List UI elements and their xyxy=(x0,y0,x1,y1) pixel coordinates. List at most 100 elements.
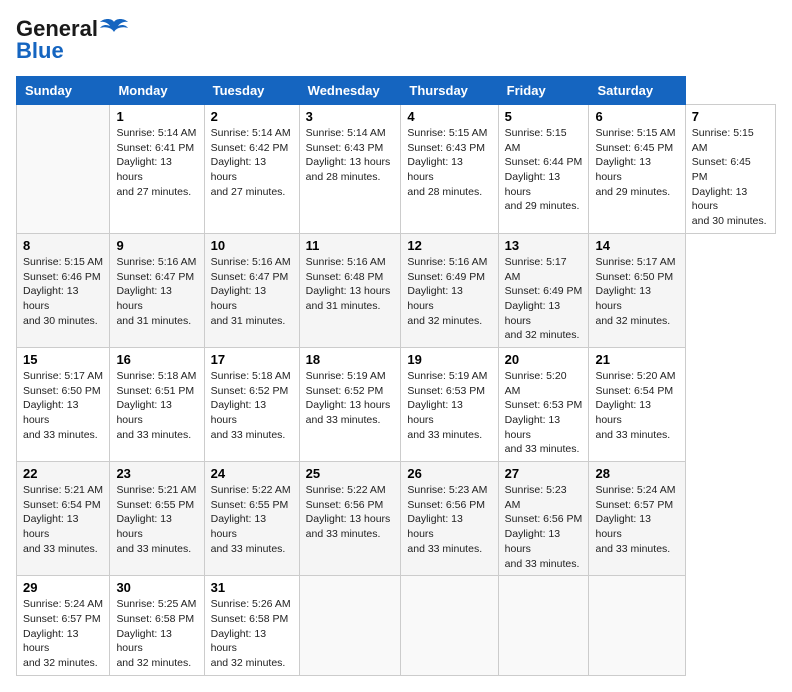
day-number: 29 xyxy=(23,580,103,595)
day-number: 16 xyxy=(116,352,197,367)
day-info: Sunrise: 5:16 AMSunset: 6:48 PMDaylight:… xyxy=(306,255,395,314)
calendar-header-wednesday: Wednesday xyxy=(299,77,401,105)
day-info: Sunrise: 5:18 AMSunset: 6:52 PMDaylight:… xyxy=(211,369,293,442)
day-info: Sunrise: 5:15 AMSunset: 6:45 PMDaylight:… xyxy=(692,126,769,229)
day-info: Sunrise: 5:18 AMSunset: 6:51 PMDaylight:… xyxy=(116,369,197,442)
day-cell-27: 27 Sunrise: 5:23 AMSunset: 6:56 PMDayligh… xyxy=(498,462,589,576)
day-number: 31 xyxy=(211,580,293,595)
day-cell-28: 28Sunrise: 5:24 AMSunset: 6:57 PMDayligh… xyxy=(589,462,685,576)
calendar-header-saturday: Saturday xyxy=(589,77,685,105)
day-cell-25: 25 Sunrise: 5:22 AMSunset: 6:56 PMDayligh… xyxy=(299,462,401,576)
day-info: Sunrise: 5:16 AMSunset: 6:49 PMDaylight:… xyxy=(407,255,491,328)
day-cell-10: 10Sunrise: 5:16 AMSunset: 6:47 PMDayligh… xyxy=(204,233,299,347)
calendar-week-3: 15 Sunrise: 5:17 AMSunset: 6:50 PMDayligh… xyxy=(17,347,776,461)
day-cell-22: 22 Sunrise: 5:21 AMSunset: 6:54 PMDayligh… xyxy=(17,462,110,576)
calendar-table: SundayMondayTuesdayWednesdayThursdayFrid… xyxy=(16,76,776,676)
day-info: Sunrise: 5:25 AMSunset: 6:58 PMDaylight:… xyxy=(116,597,197,670)
day-cell-1: 1 Sunrise: 5:14 AMSunset: 6:41 PMDaylight… xyxy=(110,105,204,234)
day-info: Sunrise: 5:23 AMSunset: 6:56 PMDaylight:… xyxy=(505,483,583,571)
day-number: 3 xyxy=(306,109,395,124)
day-cell-13: 13 Sunrise: 5:17 AMSunset: 6:49 PMDayligh… xyxy=(498,233,589,347)
day-cell-17: 17 Sunrise: 5:18 AMSunset: 6:52 PMDayligh… xyxy=(204,347,299,461)
day-cell-16: 16 Sunrise: 5:18 AMSunset: 6:51 PMDayligh… xyxy=(110,347,204,461)
day-number: 22 xyxy=(23,466,103,481)
day-number: 14 xyxy=(595,238,678,253)
day-number: 10 xyxy=(211,238,293,253)
day-number: 24 xyxy=(211,466,293,481)
day-cell-9: 9 Sunrise: 5:16 AMSunset: 6:47 PMDaylight… xyxy=(110,233,204,347)
calendar-header-friday: Friday xyxy=(498,77,589,105)
empty-cell xyxy=(589,576,685,675)
day-info: Sunrise: 5:21 AMSunset: 6:55 PMDaylight:… xyxy=(116,483,197,556)
day-info: Sunrise: 5:15 AMSunset: 6:46 PMDaylight:… xyxy=(23,255,103,328)
day-cell-8: 8Sunrise: 5:15 AMSunset: 6:46 PMDaylight… xyxy=(17,233,110,347)
day-number: 25 xyxy=(306,466,395,481)
day-number: 19 xyxy=(407,352,491,367)
calendar-week-4: 22 Sunrise: 5:21 AMSunset: 6:54 PMDayligh… xyxy=(17,462,776,576)
day-cell-5: 5Sunrise: 5:15 AMSunset: 6:44 PMDaylight… xyxy=(498,105,589,234)
day-info: Sunrise: 5:14 AMSunset: 6:43 PMDaylight:… xyxy=(306,126,395,185)
day-info: Sunrise: 5:26 AMSunset: 6:58 PMDaylight:… xyxy=(211,597,293,670)
day-info: Sunrise: 5:15 AMSunset: 6:45 PMDaylight:… xyxy=(595,126,678,199)
day-info: Sunrise: 5:17 AMSunset: 6:49 PMDaylight:… xyxy=(505,255,583,343)
calendar-week-1: 1 Sunrise: 5:14 AMSunset: 6:41 PMDaylight… xyxy=(17,105,776,234)
day-info: Sunrise: 5:14 AMSunset: 6:42 PMDaylight:… xyxy=(211,126,293,199)
day-info: Sunrise: 5:19 AMSunset: 6:52 PMDaylight:… xyxy=(306,369,395,428)
day-number: 27 xyxy=(505,466,583,481)
calendar-header-sunday: Sunday xyxy=(17,77,110,105)
empty-cell xyxy=(17,105,110,234)
day-number: 6 xyxy=(595,109,678,124)
day-info: Sunrise: 5:16 AMSunset: 6:47 PMDaylight:… xyxy=(116,255,197,328)
empty-cell xyxy=(299,576,401,675)
day-info: Sunrise: 5:22 AMSunset: 6:56 PMDaylight:… xyxy=(306,483,395,542)
day-number: 30 xyxy=(116,580,197,595)
day-cell-12: 12 Sunrise: 5:16 AMSunset: 6:49 PMDayligh… xyxy=(401,233,498,347)
day-number: 9 xyxy=(116,238,197,253)
logo: General Blue xyxy=(16,16,128,64)
day-cell-24: 24 Sunrise: 5:22 AMSunset: 6:55 PMDayligh… xyxy=(204,462,299,576)
day-info: Sunrise: 5:24 AMSunset: 6:57 PMDaylight:… xyxy=(595,483,678,556)
day-info: Sunrise: 5:15 AMSunset: 6:43 PMDaylight:… xyxy=(407,126,491,199)
day-info: Sunrise: 5:22 AMSunset: 6:55 PMDaylight:… xyxy=(211,483,293,556)
day-cell-15: 15 Sunrise: 5:17 AMSunset: 6:50 PMDayligh… xyxy=(17,347,110,461)
day-cell-19: 19Sunrise: 5:19 AMSunset: 6:53 PMDayligh… xyxy=(401,347,498,461)
day-info: Sunrise: 5:21 AMSunset: 6:54 PMDaylight:… xyxy=(23,483,103,556)
logo-bird-icon xyxy=(100,18,128,40)
day-number: 17 xyxy=(211,352,293,367)
day-info: Sunrise: 5:20 AMSunset: 6:53 PMDaylight:… xyxy=(505,369,583,457)
day-number: 2 xyxy=(211,109,293,124)
day-number: 12 xyxy=(407,238,491,253)
day-cell-23: 23 Sunrise: 5:21 AMSunset: 6:55 PMDayligh… xyxy=(110,462,204,576)
day-cell-7: 7 Sunrise: 5:15 AMSunset: 6:45 PMDaylight… xyxy=(685,105,775,234)
day-number: 5 xyxy=(505,109,583,124)
day-cell-31: 31 Sunrise: 5:26 AMSunset: 6:58 PMDayligh… xyxy=(204,576,299,675)
day-number: 18 xyxy=(306,352,395,367)
calendar-header-tuesday: Tuesday xyxy=(204,77,299,105)
day-cell-6: 6 Sunrise: 5:15 AMSunset: 6:45 PMDaylight… xyxy=(589,105,685,234)
day-cell-4: 4 Sunrise: 5:15 AMSunset: 6:43 PMDaylight… xyxy=(401,105,498,234)
day-number: 23 xyxy=(116,466,197,481)
day-cell-2: 2 Sunrise: 5:14 AMSunset: 6:42 PMDaylight… xyxy=(204,105,299,234)
day-info: Sunrise: 5:24 AMSunset: 6:57 PMDaylight:… xyxy=(23,597,103,670)
day-number: 13 xyxy=(505,238,583,253)
day-number: 1 xyxy=(116,109,197,124)
calendar-week-5: 29 Sunrise: 5:24 AMSunset: 6:57 PMDayligh… xyxy=(17,576,776,675)
calendar-header-row: SundayMondayTuesdayWednesdayThursdayFrid… xyxy=(17,77,776,105)
day-cell-18: 18 Sunrise: 5:19 AMSunset: 6:52 PMDayligh… xyxy=(299,347,401,461)
day-number: 7 xyxy=(692,109,769,124)
calendar-week-2: 8Sunrise: 5:15 AMSunset: 6:46 PMDaylight… xyxy=(17,233,776,347)
day-info: Sunrise: 5:20 AMSunset: 6:54 PMDaylight:… xyxy=(595,369,678,442)
calendar-header-thursday: Thursday xyxy=(401,77,498,105)
empty-cell xyxy=(401,576,498,675)
day-cell-14: 14Sunrise: 5:17 AMSunset: 6:50 PMDayligh… xyxy=(589,233,685,347)
day-info: Sunrise: 5:17 AMSunset: 6:50 PMDaylight:… xyxy=(23,369,103,442)
day-info: Sunrise: 5:14 AMSunset: 6:41 PMDaylight:… xyxy=(116,126,197,199)
day-cell-26: 26 Sunrise: 5:23 AMSunset: 6:56 PMDayligh… xyxy=(401,462,498,576)
day-number: 4 xyxy=(407,109,491,124)
calendar-header-monday: Monday xyxy=(110,77,204,105)
day-cell-30: 30 Sunrise: 5:25 AMSunset: 6:58 PMDayligh… xyxy=(110,576,204,675)
day-number: 26 xyxy=(407,466,491,481)
day-info: Sunrise: 5:23 AMSunset: 6:56 PMDaylight:… xyxy=(407,483,491,556)
day-number: 15 xyxy=(23,352,103,367)
day-number: 11 xyxy=(306,238,395,253)
